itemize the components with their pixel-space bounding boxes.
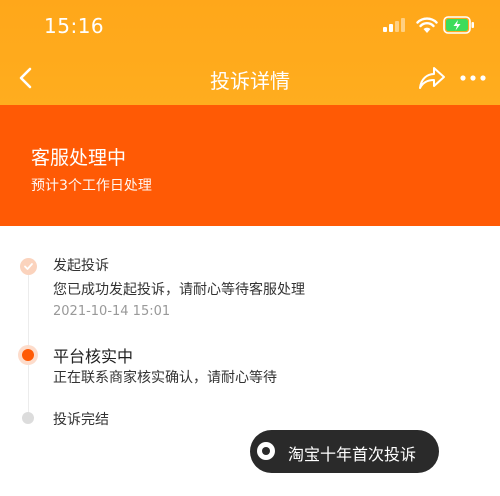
step-done-dot bbox=[20, 258, 37, 275]
step-desc: 正在联系商家核实确认，请耐心等待 bbox=[53, 370, 277, 386]
record-icon bbox=[257, 442, 275, 460]
step-active-dot bbox=[18, 345, 38, 365]
wifi-icon bbox=[416, 17, 438, 33]
status-banner: 客服处理中 预计3个工作日处理 bbox=[0, 105, 500, 226]
timeline-line bbox=[28, 266, 29, 416]
nav-bar: 投诉详情 bbox=[0, 52, 500, 105]
more-options-icon[interactable] bbox=[459, 64, 489, 92]
step-title: 发起投诉 bbox=[53, 258, 109, 274]
floating-tag[interactable]: 淘宝十年首次投诉 bbox=[250, 430, 439, 473]
status-bar: 15:16 bbox=[0, 0, 500, 52]
battery-icon bbox=[443, 16, 474, 34]
step-title: 投诉完结 bbox=[53, 412, 109, 428]
signal-icon bbox=[383, 18, 405, 32]
banner-title: 客服处理中 bbox=[31, 147, 127, 169]
app-header: 15:16 投诉详情 bbox=[0, 0, 500, 105]
share-icon[interactable] bbox=[417, 64, 447, 92]
check-icon bbox=[24, 263, 33, 270]
step-time: 2021-10-14 15:01 bbox=[53, 304, 171, 319]
step-pending-dot bbox=[22, 412, 34, 424]
banner-subtitle: 预计3个工作日处理 bbox=[31, 178, 152, 194]
floating-tag-label: 淘宝十年首次投诉 bbox=[288, 445, 417, 464]
step-title: 平台核实中 bbox=[53, 347, 134, 366]
step-desc: 您已成功发起投诉，请耐心等待客服处理 bbox=[53, 282, 305, 298]
status-time: 15:16 bbox=[44, 14, 105, 38]
